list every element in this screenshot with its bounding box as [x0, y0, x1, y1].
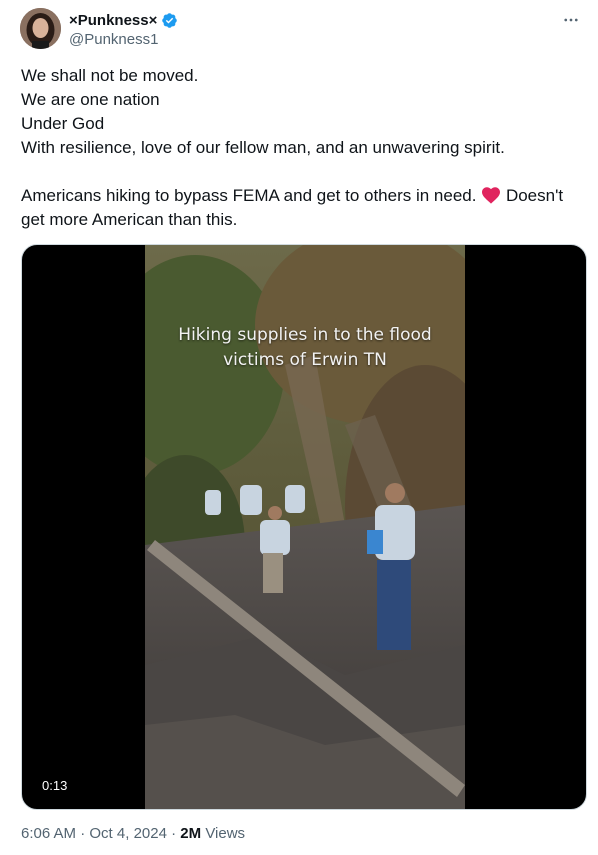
avatar-image [20, 8, 61, 49]
tweet-line: get more American than this. [21, 210, 238, 229]
avatar[interactable] [20, 8, 61, 49]
verified-badge-icon[interactable] [161, 12, 178, 29]
tweet-text-segment: Americans hiking to bypass FEMA and get … [21, 186, 477, 205]
tweet-date[interactable]: Oct 4, 2024 [89, 825, 167, 842]
tweet-line: Americans hiking to bypass FEMA and get … [21, 184, 581, 208]
tweet-text: We shall not be moved. We are one nation… [21, 64, 581, 232]
views-label: Views [205, 825, 246, 842]
more-options-button[interactable] [560, 10, 582, 30]
tweet-meta: 6:06 AM · Oct 4, 2024 · 2M Views [21, 825, 245, 842]
author-handle[interactable]: @Punkness1 [69, 31, 178, 48]
more-options-icon [564, 18, 578, 22]
tweet-line: With resilience, love of our fellow man,… [21, 138, 505, 157]
tweet-line: We are one nation [21, 90, 160, 109]
views-count[interactable]: 2M [180, 825, 201, 842]
tweet-text-segment: Doesn't [505, 186, 564, 205]
video-player[interactable]: Hiking supplies in to the flood victims … [21, 244, 587, 810]
meta-separator: · [171, 825, 177, 842]
red-heart-emoji [482, 187, 501, 204]
author-block: ×Punkness× @Punkness1 [69, 10, 178, 48]
tweet-time[interactable]: 6:06 AM [21, 825, 76, 842]
video-duration: 0:13 [36, 776, 74, 795]
video-caption-line: victims of Erwin TN [223, 350, 387, 370]
video-caption: Hiking supplies in to the flood victims … [145, 323, 465, 373]
tweet-line: We shall not be moved. [21, 66, 199, 85]
video-caption-line: Hiking supplies in to the flood [178, 325, 432, 345]
meta-separator: · [80, 825, 86, 842]
author-display-name[interactable]: ×Punkness× [69, 12, 157, 29]
video-frame[interactable]: Hiking supplies in to the flood victims … [145, 245, 465, 809]
tweet-line: Under God [21, 114, 105, 133]
